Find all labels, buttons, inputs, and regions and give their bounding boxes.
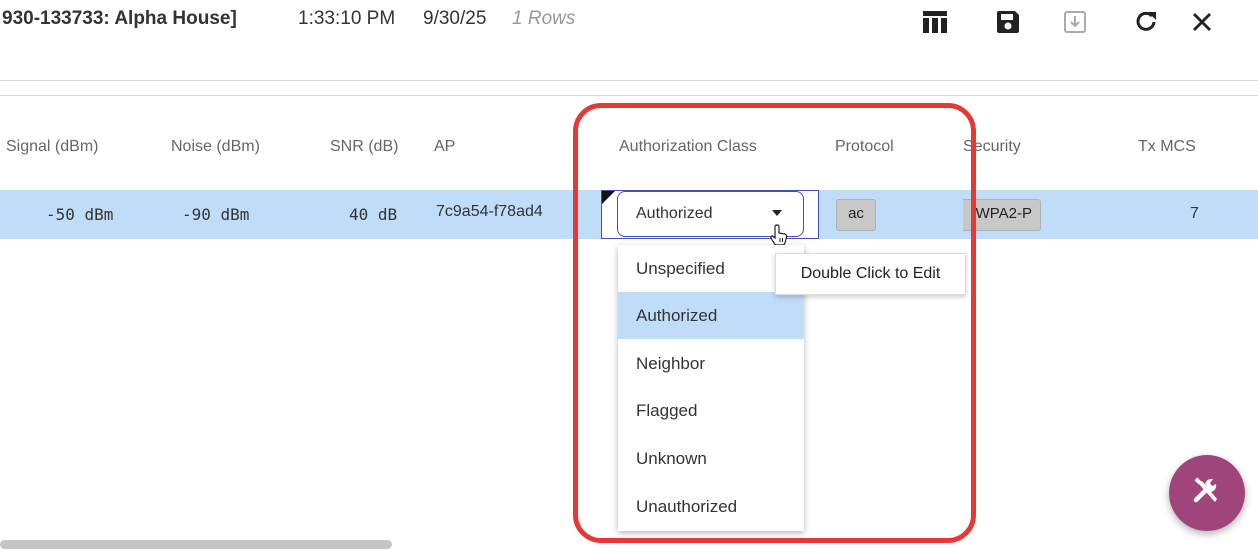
export-icon[interactable] <box>1061 8 1089 36</box>
table-top-divider <box>0 95 1258 96</box>
cell-ap: 7c9a54-f78ad4 <box>436 203 543 220</box>
save-icon[interactable] <box>994 8 1022 36</box>
cell-signal: -50 dBm <box>46 205 114 224</box>
tools-icon <box>1190 474 1224 513</box>
column-header-snr[interactable]: SNR (dB) <box>330 138 398 156</box>
row-count: 1 Rows <box>512 8 576 29</box>
tools-fab-button[interactable] <box>1169 455 1245 531</box>
horizontal-scrollbar-thumb[interactable] <box>0 540 392 549</box>
close-icon[interactable] <box>1188 8 1216 36</box>
annotation-highlight <box>573 103 976 543</box>
cell-noise: -90 dBm <box>182 205 250 224</box>
column-header-tx-mcs[interactable]: Tx MCS <box>1138 138 1196 156</box>
header-date: 9/30/25 <box>423 8 487 29</box>
window-title: 930-133733: Alpha House] <box>2 8 237 29</box>
column-header-ap[interactable]: AP <box>434 138 455 156</box>
header-time: 1:33:10 PM <box>298 8 396 29</box>
header-divider <box>0 80 1258 81</box>
cell-tx-mcs: 7 <box>1190 205 1199 222</box>
cell-snr: 40 dB <box>349 205 398 224</box>
refresh-icon[interactable] <box>1132 8 1160 36</box>
column-header-noise[interactable]: Noise (dBm) <box>171 138 260 156</box>
column-header-signal[interactable]: Signal (dBm) <box>6 138 98 156</box>
columns-icon[interactable] <box>921 8 949 36</box>
